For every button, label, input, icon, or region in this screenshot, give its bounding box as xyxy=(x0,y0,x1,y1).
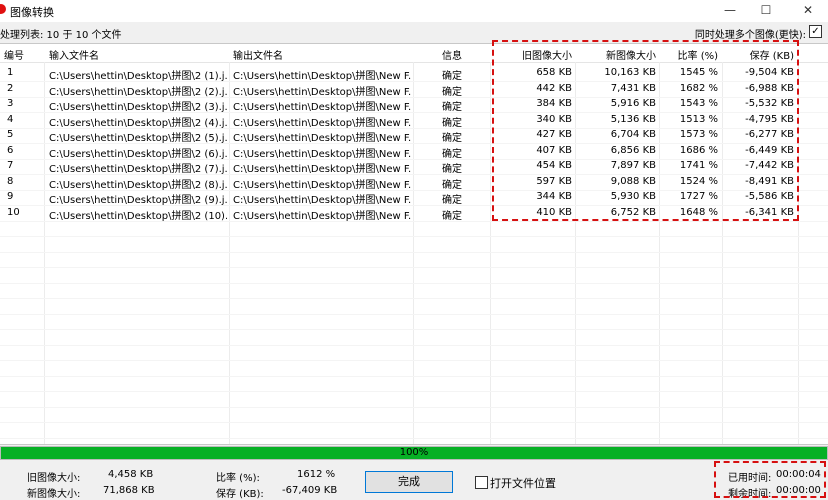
cell-index: 6 xyxy=(7,144,14,156)
row-gridline xyxy=(0,437,828,439)
cell-index: 4 xyxy=(7,113,14,125)
close-button[interactable]: ✕ xyxy=(790,0,826,20)
cell-info: 确定 xyxy=(442,210,462,222)
row-gridline xyxy=(0,329,828,330)
cell-info: 确定 xyxy=(442,195,462,206)
cell-input-file: C:\Users\hettin\Desktop\拼图\2 (4).j... xyxy=(49,117,227,129)
new-size-label: 新图像大小: xyxy=(27,489,81,500)
cell-index: 1 xyxy=(7,67,14,78)
cell-index: 9 xyxy=(7,191,14,202)
cell-output-file: C:\Users\hettin\Desktop\拼图\New F... xyxy=(233,86,411,98)
cell-info: 确定 xyxy=(442,133,462,144)
multi-process-label: 同时处理多个图像(更快): xyxy=(694,30,806,41)
cell-input-file: C:\Users\hettin\Desktop\拼图\2 (3).j... xyxy=(49,102,227,113)
cell-info: 确定 xyxy=(442,148,462,160)
open-location-checkbox[interactable] xyxy=(475,476,488,489)
progress-label: 100% xyxy=(399,447,429,458)
highlight-box-sizes xyxy=(492,40,799,221)
row-gridline xyxy=(0,298,828,299)
row-gridline xyxy=(0,251,828,253)
header-output-file[interactable]: 输出文件名 xyxy=(233,47,283,62)
old-size-label: 旧图像大小: xyxy=(27,473,81,484)
row-gridline xyxy=(0,344,828,346)
cell-index: 7 xyxy=(7,160,14,171)
cell-output-file: C:\Users\hettin\Desktop\拼图\New F... xyxy=(233,179,411,191)
cell-input-file: C:\Users\hettin\Desktop\拼图\2 (1).j... xyxy=(49,71,227,82)
row-gridline xyxy=(0,313,828,315)
row-gridline xyxy=(0,267,828,268)
highlight-box-time xyxy=(714,461,826,498)
maximize-button[interactable]: ☐ xyxy=(748,0,784,20)
status-row: 处理列表: 10 于 10 个文件 同时处理多个图像(更快): ✓ xyxy=(0,25,828,41)
cell-output-file: C:\Users\hettin\Desktop\拼图\New F... xyxy=(233,71,411,82)
window-title: 图像转换 xyxy=(10,6,54,19)
row-gridline xyxy=(0,375,828,377)
cell-input-file: C:\Users\hettin\Desktop\拼图\2 (5).j... xyxy=(49,133,227,144)
cell-output-file: C:\Users\hettin\Desktop\拼图\New F... xyxy=(233,117,411,129)
header-index[interactable]: 编号 xyxy=(4,47,24,62)
new-size-value: 71,868 KB xyxy=(103,485,155,496)
cell-info: 确定 xyxy=(442,179,462,191)
row-gridline xyxy=(0,391,828,392)
cell-input-file: C:\Users\hettin\Desktop\拼图\2 (10)... xyxy=(49,210,227,222)
cell-output-file: C:\Users\hettin\Desktop\拼图\New F... xyxy=(233,195,411,206)
cell-input-file: C:\Users\hettin\Desktop\拼图\2 (2).j... xyxy=(49,86,227,98)
cell-input-file: C:\Users\hettin\Desktop\拼图\2 (9).j... xyxy=(49,195,227,206)
multi-process-checkbox[interactable]: ✓ xyxy=(809,25,822,38)
progress-bar: 100% xyxy=(0,446,828,460)
saved-value: -67,409 KB xyxy=(282,485,338,496)
cell-index: 8 xyxy=(7,175,14,187)
cell-input-file: C:\Users\hettin\Desktop\拼图\2 (7).j... xyxy=(49,164,227,175)
open-location-label[interactable]: 打开文件位置 xyxy=(490,475,556,491)
ratio-value: 1612 % xyxy=(297,469,336,480)
saved-label: 保存 (KB): xyxy=(216,489,264,500)
ratio-label: 比率 (%): xyxy=(216,473,260,484)
cell-index: 2 xyxy=(7,82,14,94)
header-info[interactable]: 信息 xyxy=(442,47,462,62)
cell-info: 确定 xyxy=(442,117,462,129)
cell-output-file: C:\Users\hettin\Desktop\拼图\New F... xyxy=(233,210,411,222)
cell-index: 10 xyxy=(7,206,20,218)
cell-output-file: C:\Users\hettin\Desktop\拼图\New F... xyxy=(233,148,411,160)
cell-output-file: C:\Users\hettin\Desktop\拼图\New F... xyxy=(233,164,411,175)
cell-input-file: C:\Users\hettin\Desktop\拼图\2 (8).j... xyxy=(49,179,227,191)
app-icon xyxy=(0,4,6,14)
row-gridline xyxy=(0,282,828,284)
row-gridline xyxy=(0,360,828,361)
cell-info: 确定 xyxy=(442,102,462,113)
row-gridline xyxy=(0,422,828,423)
cell-index: 5 xyxy=(7,129,14,140)
cell-info: 确定 xyxy=(442,71,462,82)
cell-info: 确定 xyxy=(442,164,462,175)
done-button[interactable]: 完成 xyxy=(365,471,453,493)
row-gridline xyxy=(0,406,828,408)
cell-info: 确定 xyxy=(442,86,462,98)
old-size-value: 4,458 KB xyxy=(108,469,154,480)
minimize-button[interactable]: — xyxy=(712,0,748,20)
cell-output-file: C:\Users\hettin\Desktop\拼图\New F... xyxy=(233,133,411,144)
cell-index: 3 xyxy=(7,98,14,109)
cell-input-file: C:\Users\hettin\Desktop\拼图\2 (6).j... xyxy=(49,148,227,160)
row-gridline xyxy=(0,236,828,237)
cell-output-file: C:\Users\hettin\Desktop\拼图\New F... xyxy=(233,102,411,113)
processing-status: 处理列表: 10 于 10 个文件 xyxy=(0,30,122,41)
title-bar: 图像转换 — ☐ ✕ xyxy=(0,0,828,22)
header-input-file[interactable]: 输入文件名 xyxy=(49,47,99,62)
